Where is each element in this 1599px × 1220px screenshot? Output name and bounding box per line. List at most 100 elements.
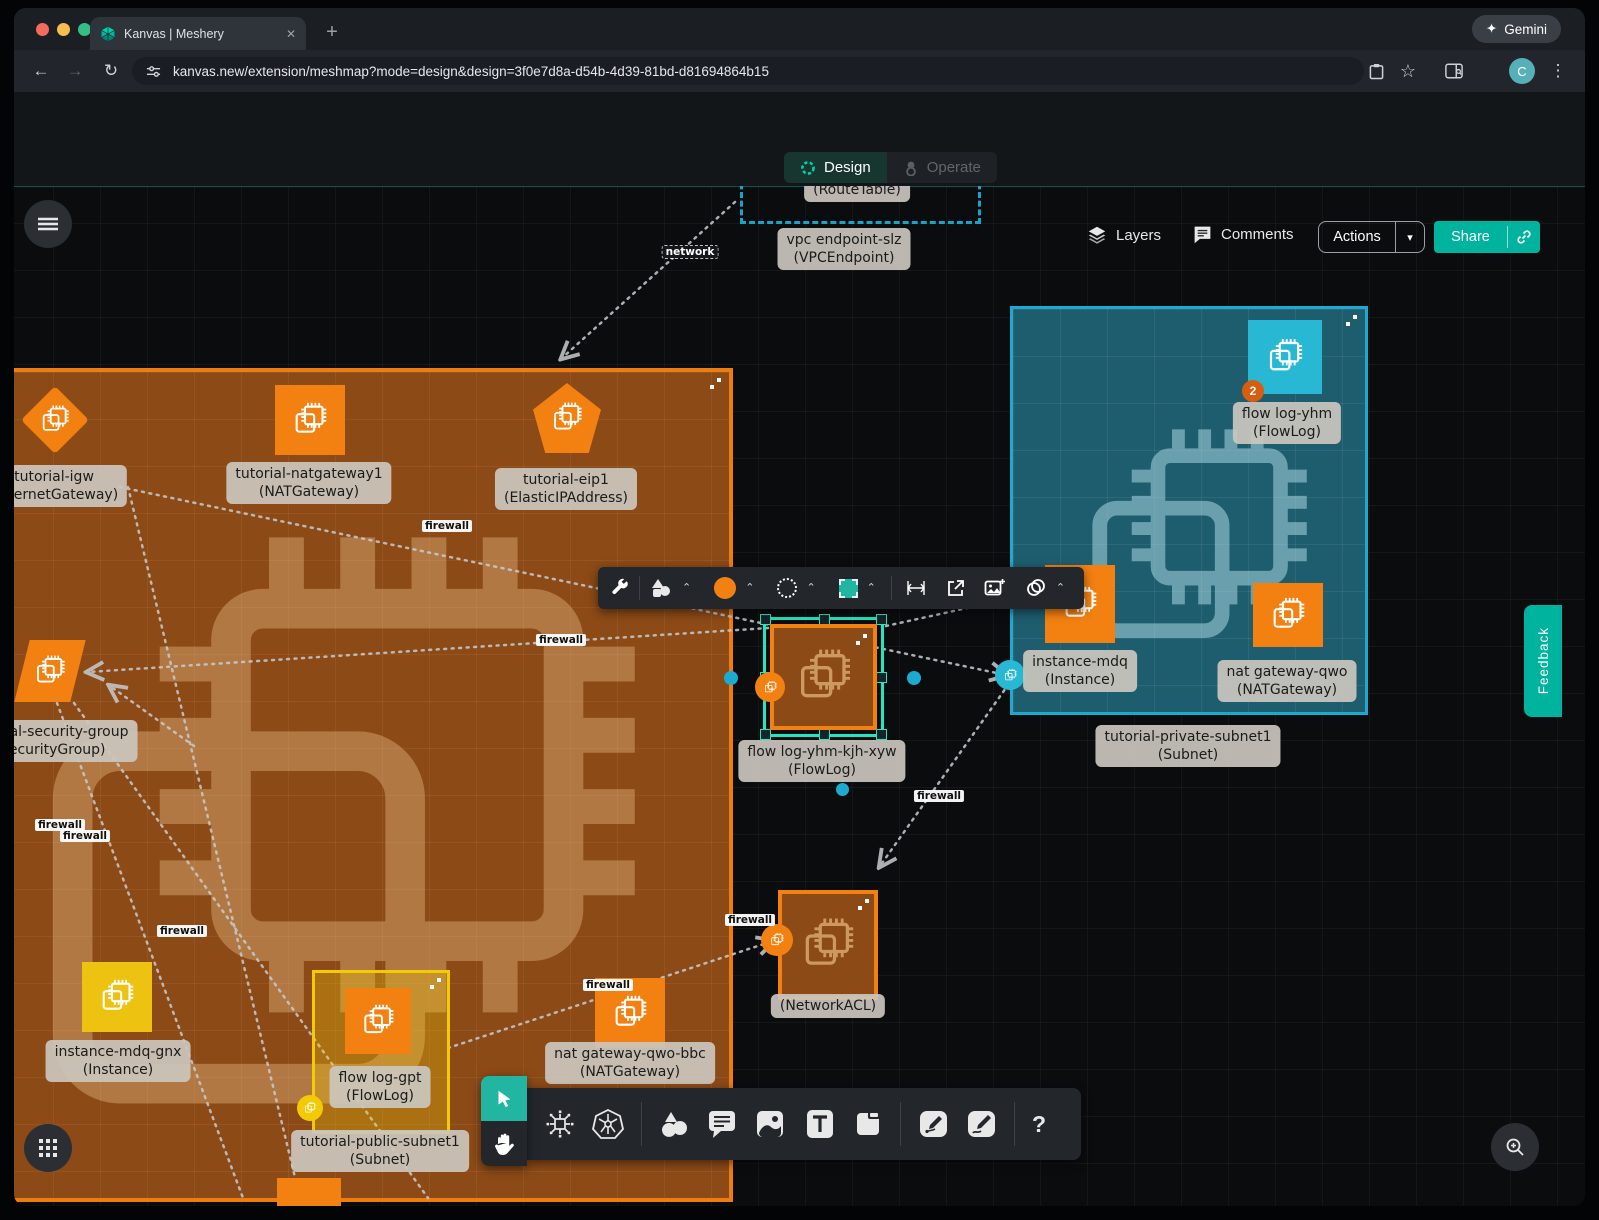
comment-tool-icon[interactable] [706,1109,738,1139]
node-partial-bottom[interactable] [277,1178,341,1206]
node-label-flow-log-gpt[interactable]: flow log-gpt(FlowLog) [330,1066,431,1108]
expand-icon[interactable] [429,978,441,990]
node-label-network-acl[interactable]: (NetworkACL) [771,994,885,1018]
rename-width-icon[interactable] [905,579,927,597]
browser-menu-icon[interactable]: ⋮ [1545,58,1571,84]
edge-handle-dot[interactable] [724,671,738,685]
network-acl-connector[interactable] [761,924,793,956]
edge-label-firewall[interactable]: firewall [914,790,964,802]
components-icon[interactable] [545,1109,575,1139]
flow-log-selected-connector[interactable] [755,672,785,702]
chevron-up-icon[interactable]: ⌃ [745,581,754,594]
node-label-eip1[interactable]: tutorial-eip1(ElasticIPAddress) [495,468,637,510]
tab-design[interactable]: Design [784,152,887,183]
chevron-up-icon[interactable]: ⌃ [806,581,815,594]
edge-label-firewall[interactable]: firewall [725,914,775,926]
edge-handle-dot[interactable] [836,783,849,796]
configure-wrench-icon[interactable] [610,578,630,598]
expand-icon[interactable] [857,899,869,911]
expand-icon[interactable] [855,634,867,646]
node-label-igw[interactable]: tutorial-igw(InternetGateway) [14,465,127,507]
freehand-tool-icon[interactable] [966,1109,997,1139]
shapes-tool-icon[interactable] [659,1110,689,1138]
forward-button[interactable]: → [62,58,88,84]
side-panel-icon[interactable] [1441,58,1467,84]
edge-label-firewall[interactable]: firewall [60,830,110,842]
expand-icon[interactable] [709,378,721,390]
chevron-up-icon[interactable]: ⌃ [867,581,876,594]
traffic-minimize-button[interactable] [57,23,70,36]
bookmark-star-icon[interactable]: ☆ [1395,58,1421,84]
node-flow-log-gpt[interactable] [345,988,411,1054]
selection-color-swatch[interactable] [839,579,858,598]
zoom-button[interactable] [1491,1123,1539,1171]
node-label-nat-gateway-qwo[interactable]: nat gateway-qwo(NATGateway) [1218,660,1357,702]
gemini-button[interactable]: ✦ Gemini [1472,15,1561,43]
node-label-vpc-endpoint[interactable]: vpc endpoint-slz(VPCEndpoint) [778,228,911,270]
node-label-instance-mdq-gnx[interactable]: instance-mdq-gnx(Instance) [46,1040,191,1082]
actions-button[interactable]: Actions ▾ [1318,221,1425,253]
edge-label-firewall[interactable]: firewall [536,634,586,646]
chevron-up-icon[interactable]: ⌃ [1056,581,1065,594]
open-in-new-icon[interactable] [946,579,965,598]
note-tool-icon[interactable] [853,1109,883,1139]
reload-button[interactable]: ↻ [98,58,124,84]
new-tab-button[interactable]: + [318,19,346,47]
browser-tab[interactable]: Kanvas | Meshery ✕ [90,17,306,50]
node-label-security-group[interactable]: tutorial-security-group(SecurityGroup) [14,720,137,762]
chevron-up-icon[interactable]: ⌃ [682,581,691,594]
design-canvas[interactable]: (RouteTable) vpc endpoint-slz(VPCEndpoin… [14,186,1585,1206]
edge-label-firewall[interactable]: firewall [157,925,207,937]
subnet-connector[interactable] [995,660,1025,690]
node-label-public-subnet[interactable]: tutorial-public-subnet1(Subnet) [291,1130,469,1172]
share-link-icon[interactable] [1508,229,1540,245]
comments-button[interactable]: Comments [1192,224,1294,245]
edge-label-firewall[interactable]: firewall [422,520,472,532]
add-image-icon[interactable] [984,578,1006,598]
node-flow-log-selected[interactable] [770,624,877,730]
node-instance-mdq-gnx[interactable] [82,962,152,1032]
edge-label-network[interactable]: network [663,246,718,258]
help-button[interactable]: ? [1032,1111,1046,1138]
expand-icon[interactable] [1345,315,1357,327]
flow-log-gpt-connector[interactable] [297,1095,323,1121]
shapes-picker-icon[interactable] [649,577,673,599]
node-label-nat-gateway-qwo-bbc[interactable]: nat gateway-qwo-bbc(NATGateway) [545,1042,715,1084]
tab-close-icon[interactable]: ✕ [286,27,296,41]
border-style-swatch[interactable] [777,578,797,598]
node-network-acl[interactable] [778,890,878,1000]
node-natgateway1[interactable] [275,385,345,455]
node-label-natgateway1[interactable]: tutorial-natgateway1(NATGateway) [226,462,391,504]
select-tool-button[interactable] [481,1076,527,1121]
layers-button[interactable]: Layers [1086,224,1161,246]
node-label-flow-log-yhm[interactable]: flow log-yhm(FlowLog) [1233,402,1341,444]
pen-tool-icon[interactable] [918,1109,949,1139]
node-nat-gateway-qwo[interactable] [1253,583,1323,647]
group-circles-icon[interactable] [1025,578,1047,598]
node-label-flow-log-selected[interactable]: flow log-yhm-kjh-xyw(FlowLog) [738,740,905,782]
save-icon[interactable] [1363,58,1389,84]
canvas-menu-button[interactable] [24,200,72,248]
node-label-routetable[interactable]: (RouteTable) [804,186,910,202]
fill-color-swatch[interactable] [714,577,736,599]
tab-operate[interactable]: Operate [887,152,997,183]
feedback-tab[interactable]: Feedback [1524,605,1562,717]
kubernetes-icon[interactable] [592,1108,624,1140]
browser-profile-avatar[interactable]: C [1509,58,1535,84]
divider [891,576,892,600]
site-settings-icon[interactable] [146,64,161,79]
address-bar[interactable]: kanvas.new/extension/meshmap?mode=design… [132,57,1364,85]
text-tool-icon[interactable] [804,1109,836,1139]
image-tool-icon[interactable] [755,1109,787,1139]
node-label-private-subnet[interactable]: tutorial-private-subnet1(Subnet) [1095,725,1280,767]
actions-dropdown-icon[interactable]: ▾ [1396,231,1424,244]
edge-label-firewall[interactable]: firewall [583,979,633,991]
operate-mode-icon [903,160,919,176]
node-label-instance-mdq[interactable]: instance-mdq(Instance) [1023,650,1137,692]
edge-handle-dot[interactable] [907,671,921,685]
back-button[interactable]: ← [28,58,54,84]
pan-tool-button[interactable] [481,1121,527,1166]
traffic-close-button[interactable] [36,23,49,36]
share-button[interactable]: Share [1434,221,1540,253]
widgets-grid-button[interactable] [24,1124,72,1172]
